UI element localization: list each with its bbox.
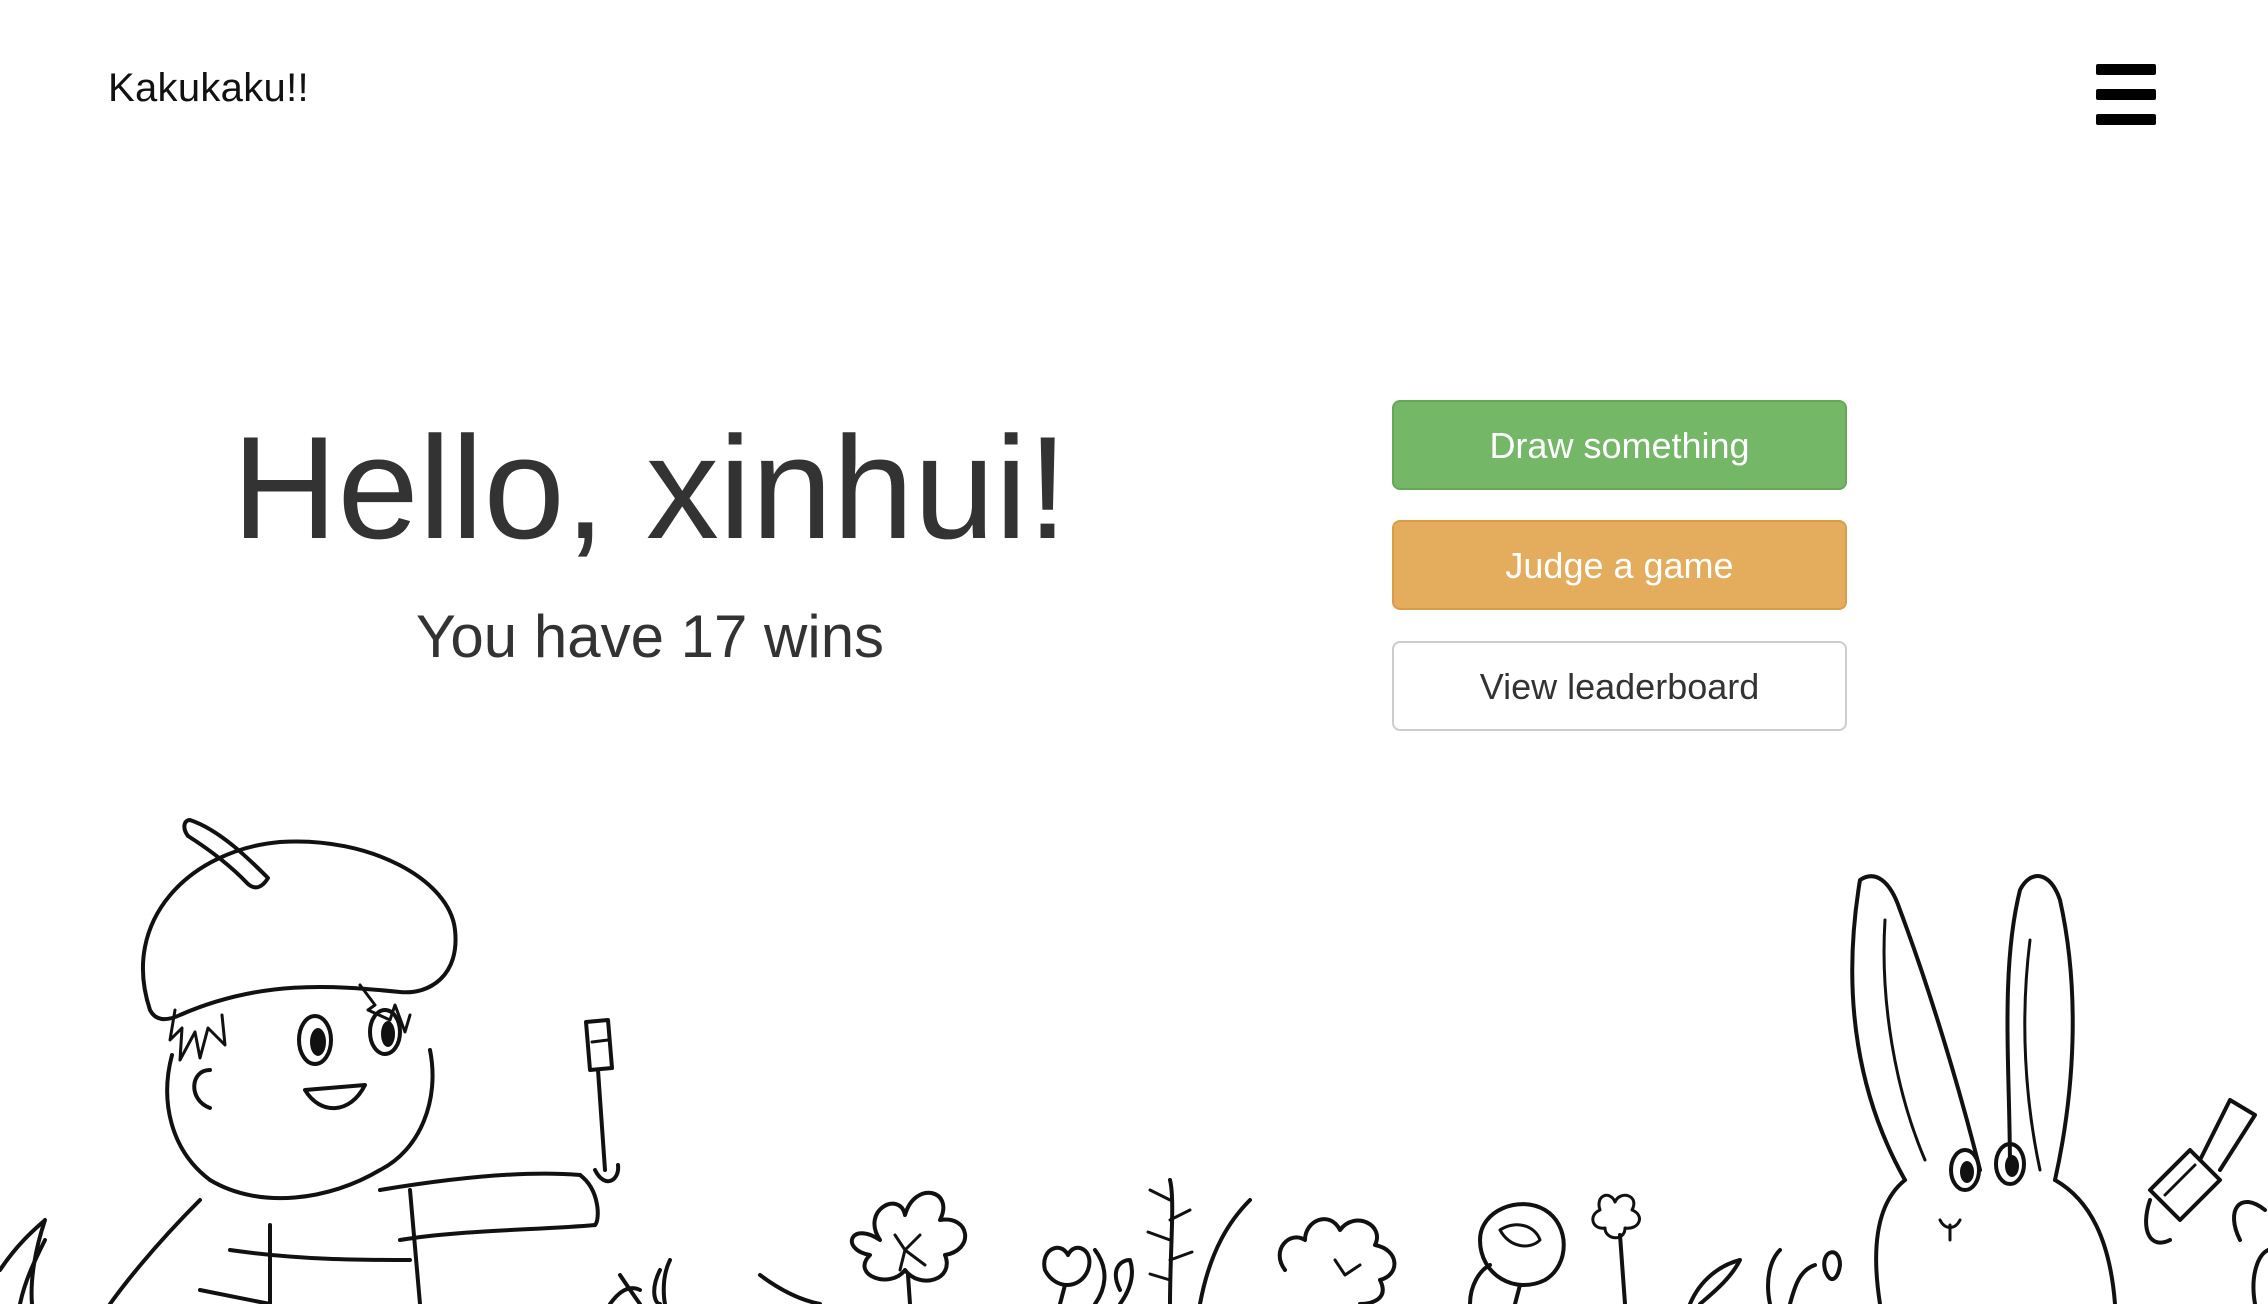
hamburger-menu-icon[interactable] [2096,64,2156,126]
bunny-with-brush-icon [1850,874,2268,1304]
painter-child-with-beret-icon [108,818,621,1304]
illustration-svg [0,818,2268,1304]
footer-illustration [0,770,2268,1304]
brand-logo-link[interactable]: Kakukaku!! [108,66,309,111]
view-leaderboard-button[interactable]: View leaderboard [1392,641,1847,731]
flower-field-icon [608,1178,1842,1304]
greeting-heading: Hello, xinhui! [232,406,1068,569]
draw-something-button[interactable]: Draw something [1392,400,1847,490]
judge-game-button[interactable]: Judge a game [1392,520,1847,610]
home-page: Kakukaku!! Hello, xinhui! You have 17 wi… [0,0,2268,1304]
menu-bar-bottom [2096,114,2156,125]
menu-bar-middle [2096,89,2156,100]
left-grass-icon [0,1218,47,1304]
menu-bar-top [2096,64,2156,75]
wins-count-text: You have 17 wins [415,603,885,670]
